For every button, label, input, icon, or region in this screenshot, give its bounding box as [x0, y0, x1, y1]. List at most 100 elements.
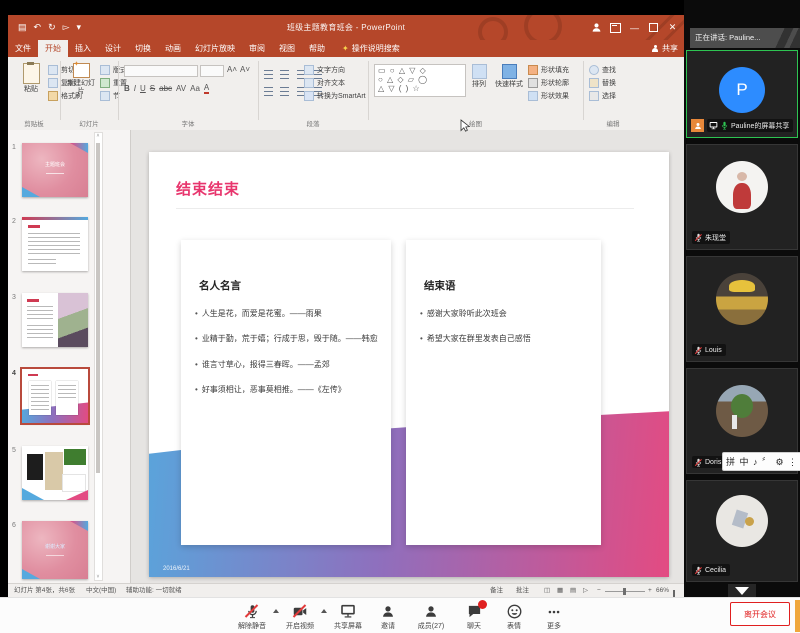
reactions-button[interactable]: 表情 — [494, 600, 534, 631]
thumbnail-scrollbar[interactable]: ˄ ˅ — [94, 132, 103, 581]
replace-button[interactable]: 替换 — [589, 78, 616, 88]
slide-sorter-view-icon[interactable]: ▦ — [557, 584, 563, 598]
tab-review[interactable]: 审阅 — [242, 40, 272, 57]
tab-slideshow[interactable]: 幻灯片放映 — [188, 40, 242, 57]
zoom-out-button[interactable]: − — [597, 584, 601, 598]
start-video-button[interactable]: 开启视频 — [280, 600, 320, 631]
language-indicator[interactable]: 中文(中国) — [86, 584, 116, 598]
tab-insert[interactable]: 插入 — [68, 40, 98, 57]
convert-smartart-button[interactable]: 转换为SmartArt — [304, 91, 366, 101]
slide-card-quotes[interactable]: 名人名言 •人生是花，而爱是花蜜。——雨果 •业精于勤，荒于嬉；行成于思，毁于随… — [181, 240, 391, 545]
underline-button[interactable]: U — [140, 84, 146, 93]
clear-formatting-icon[interactable]: abc — [159, 84, 172, 93]
shrink-font-icon[interactable]: A˅ — [240, 65, 250, 74]
ime-toolbar[interactable]: 拼 中 ♪ 〞 ⚙ ⋮ — [722, 452, 800, 471]
character-spacing-icon[interactable]: AV — [176, 84, 186, 93]
align-text-button[interactable]: 对齐文本 — [304, 78, 366, 88]
notes-button[interactable]: 备注 — [490, 584, 503, 598]
chat-button[interactable]: 聊天 — [454, 600, 494, 631]
scroll-up-icon[interactable]: ˄ — [95, 133, 101, 139]
slide-thumbnail-6[interactable]: 谢谢大家 — [22, 521, 88, 579]
account-icon[interactable] — [587, 15, 606, 40]
participant-tile[interactable]: 朱现堂 — [686, 144, 798, 250]
tab-transitions[interactable]: 切换 — [128, 40, 158, 57]
ribbon-display-options-icon[interactable] — [606, 15, 625, 40]
select-button[interactable]: 选择 — [589, 91, 616, 101]
shapes-gallery[interactable]: ▭ ○ △ ▽ ◇ ○ △ ◇ ▱ ◯ △ ▽ ( ) ☆ — [374, 64, 466, 97]
unmute-button[interactable]: 解除静音 — [232, 600, 272, 631]
slideshow-view-icon[interactable]: ▷ — [583, 584, 588, 598]
align-center-icon[interactable] — [280, 87, 289, 96]
accessibility-status[interactable]: 辅助功能: 一切就绪 — [126, 584, 182, 598]
invite-button[interactable]: 邀请 — [368, 600, 408, 631]
share-button[interactable]: 共享 — [651, 40, 678, 57]
zoom-percentage[interactable]: 66% — [656, 584, 669, 598]
new-slide-button[interactable]: 新建幻灯片 — [64, 63, 98, 95]
scroll-down-icon[interactable]: ˅ — [95, 574, 101, 580]
comments-button[interactable]: 批注 — [516, 584, 529, 598]
powerpoint-window: ▤ ↶ ↻ ▻ ▾ 班级主题教育班会 - PowerPoint — ✕ 文件 开… — [8, 15, 684, 597]
strikethrough-button[interactable]: S — [150, 84, 155, 93]
meeting-toolbar: 解除静音 开启视频 共享屏幕 邀请 成员(27) — [0, 597, 800, 633]
tab-home[interactable]: 开始 — [38, 40, 68, 57]
grow-font-icon[interactable]: A˄ — [227, 65, 237, 74]
section-button[interactable]: 节 — [100, 91, 127, 101]
active-speaker-banner: 正在讲话: Pauline... — [690, 28, 800, 48]
text-direction-button[interactable]: 文字方向 — [304, 65, 366, 75]
numbering-icon[interactable] — [280, 70, 289, 79]
font-color-icon[interactable]: A — [204, 83, 209, 94]
align-left-icon[interactable] — [264, 87, 273, 96]
arrange-button[interactable]: 排列 — [466, 64, 492, 89]
zoom-slider[interactable] — [605, 591, 645, 592]
tab-help[interactable]: 帮助 — [302, 40, 332, 57]
bullets-icon[interactable] — [264, 70, 273, 79]
slide-thumbnail-5[interactable] — [22, 446, 88, 500]
tab-animations[interactable]: 动画 — [158, 40, 188, 57]
share-screen-button[interactable]: 共享屏幕 — [328, 600, 368, 631]
reading-view-icon[interactable]: ▤ — [570, 584, 576, 598]
find-button[interactable]: 查找 — [589, 65, 616, 75]
collapse-panel-button[interactable] — [728, 584, 756, 597]
tab-file[interactable]: 文件 — [8, 40, 38, 57]
shape-fill-button[interactable]: 形状填充 — [528, 65, 569, 75]
participant-tile-pauline[interactable]: P Pauline的屏幕共享 — [686, 50, 798, 138]
paste-icon — [23, 63, 40, 84]
minimize-button[interactable]: — — [625, 15, 644, 40]
slide-thumbnail-2[interactable] — [22, 217, 88, 271]
reset-button[interactable]: 重置 — [100, 78, 127, 88]
italic-button[interactable]: I — [134, 84, 136, 93]
slide-thumbnail-1[interactable]: 主题班会 — [22, 143, 88, 197]
zoom-slider-knob[interactable] — [623, 588, 626, 595]
participants-button[interactable]: 成员(27) — [408, 600, 454, 631]
layout-button[interactable]: 版式 — [100, 65, 127, 75]
current-slide[interactable]: 结束结束 名人名言 •人生是花，而爱是花蜜。——雨果 •业精于勤，荒于嬉；行成于… — [149, 152, 669, 577]
video-options-caret[interactable] — [320, 600, 328, 613]
slide-title[interactable]: 结束结束 — [176, 178, 240, 199]
tab-design[interactable]: 设计 — [98, 40, 128, 57]
scrollbar-thumb[interactable] — [96, 143, 100, 473]
tell-me-search[interactable]: ✦ 操作说明搜索 — [332, 40, 400, 57]
font-name-combobox[interactable] — [124, 65, 198, 77]
quick-styles-button[interactable]: 快速样式 — [494, 64, 524, 89]
zoom-in-button[interactable]: + — [648, 584, 652, 598]
tab-view[interactable]: 视图 — [272, 40, 302, 57]
participant-tile[interactable]: Louis — [686, 256, 798, 362]
bold-button[interactable]: B — [124, 84, 130, 93]
change-case-icon[interactable]: Aa — [190, 84, 200, 93]
font-size-combobox[interactable] — [200, 65, 224, 77]
normal-view-icon[interactable]: ◫ — [544, 584, 550, 598]
slide-thumbnail-3[interactable] — [22, 293, 88, 347]
more-button[interactable]: 更多 — [534, 600, 574, 631]
paste-button[interactable]: 粘贴 — [16, 63, 46, 94]
slide-card-closing[interactable]: 结束语 •感谢大家聆听此次班会 •希望大家在群里发表自己感悟 — [406, 240, 601, 545]
audio-options-caret[interactable] — [272, 600, 280, 613]
person-icon — [651, 45, 659, 53]
slide-canvas: 结束结束 名人名言 •人生是花，而爱是花蜜。——雨果 •业精于勤，荒于嬉；行成于… — [131, 130, 684, 583]
shape-effects-button[interactable]: 形状效果 — [528, 91, 569, 101]
restore-button[interactable] — [644, 15, 663, 40]
slide-thumbnail-4-selected[interactable] — [22, 369, 88, 423]
shape-outline-button[interactable]: 形状轮廓 — [528, 78, 569, 88]
leave-meeting-button[interactable]: 离开会议 — [730, 602, 790, 626]
close-button[interactable]: ✕ — [663, 15, 682, 40]
participant-tile[interactable]: Cecilia — [686, 480, 798, 582]
